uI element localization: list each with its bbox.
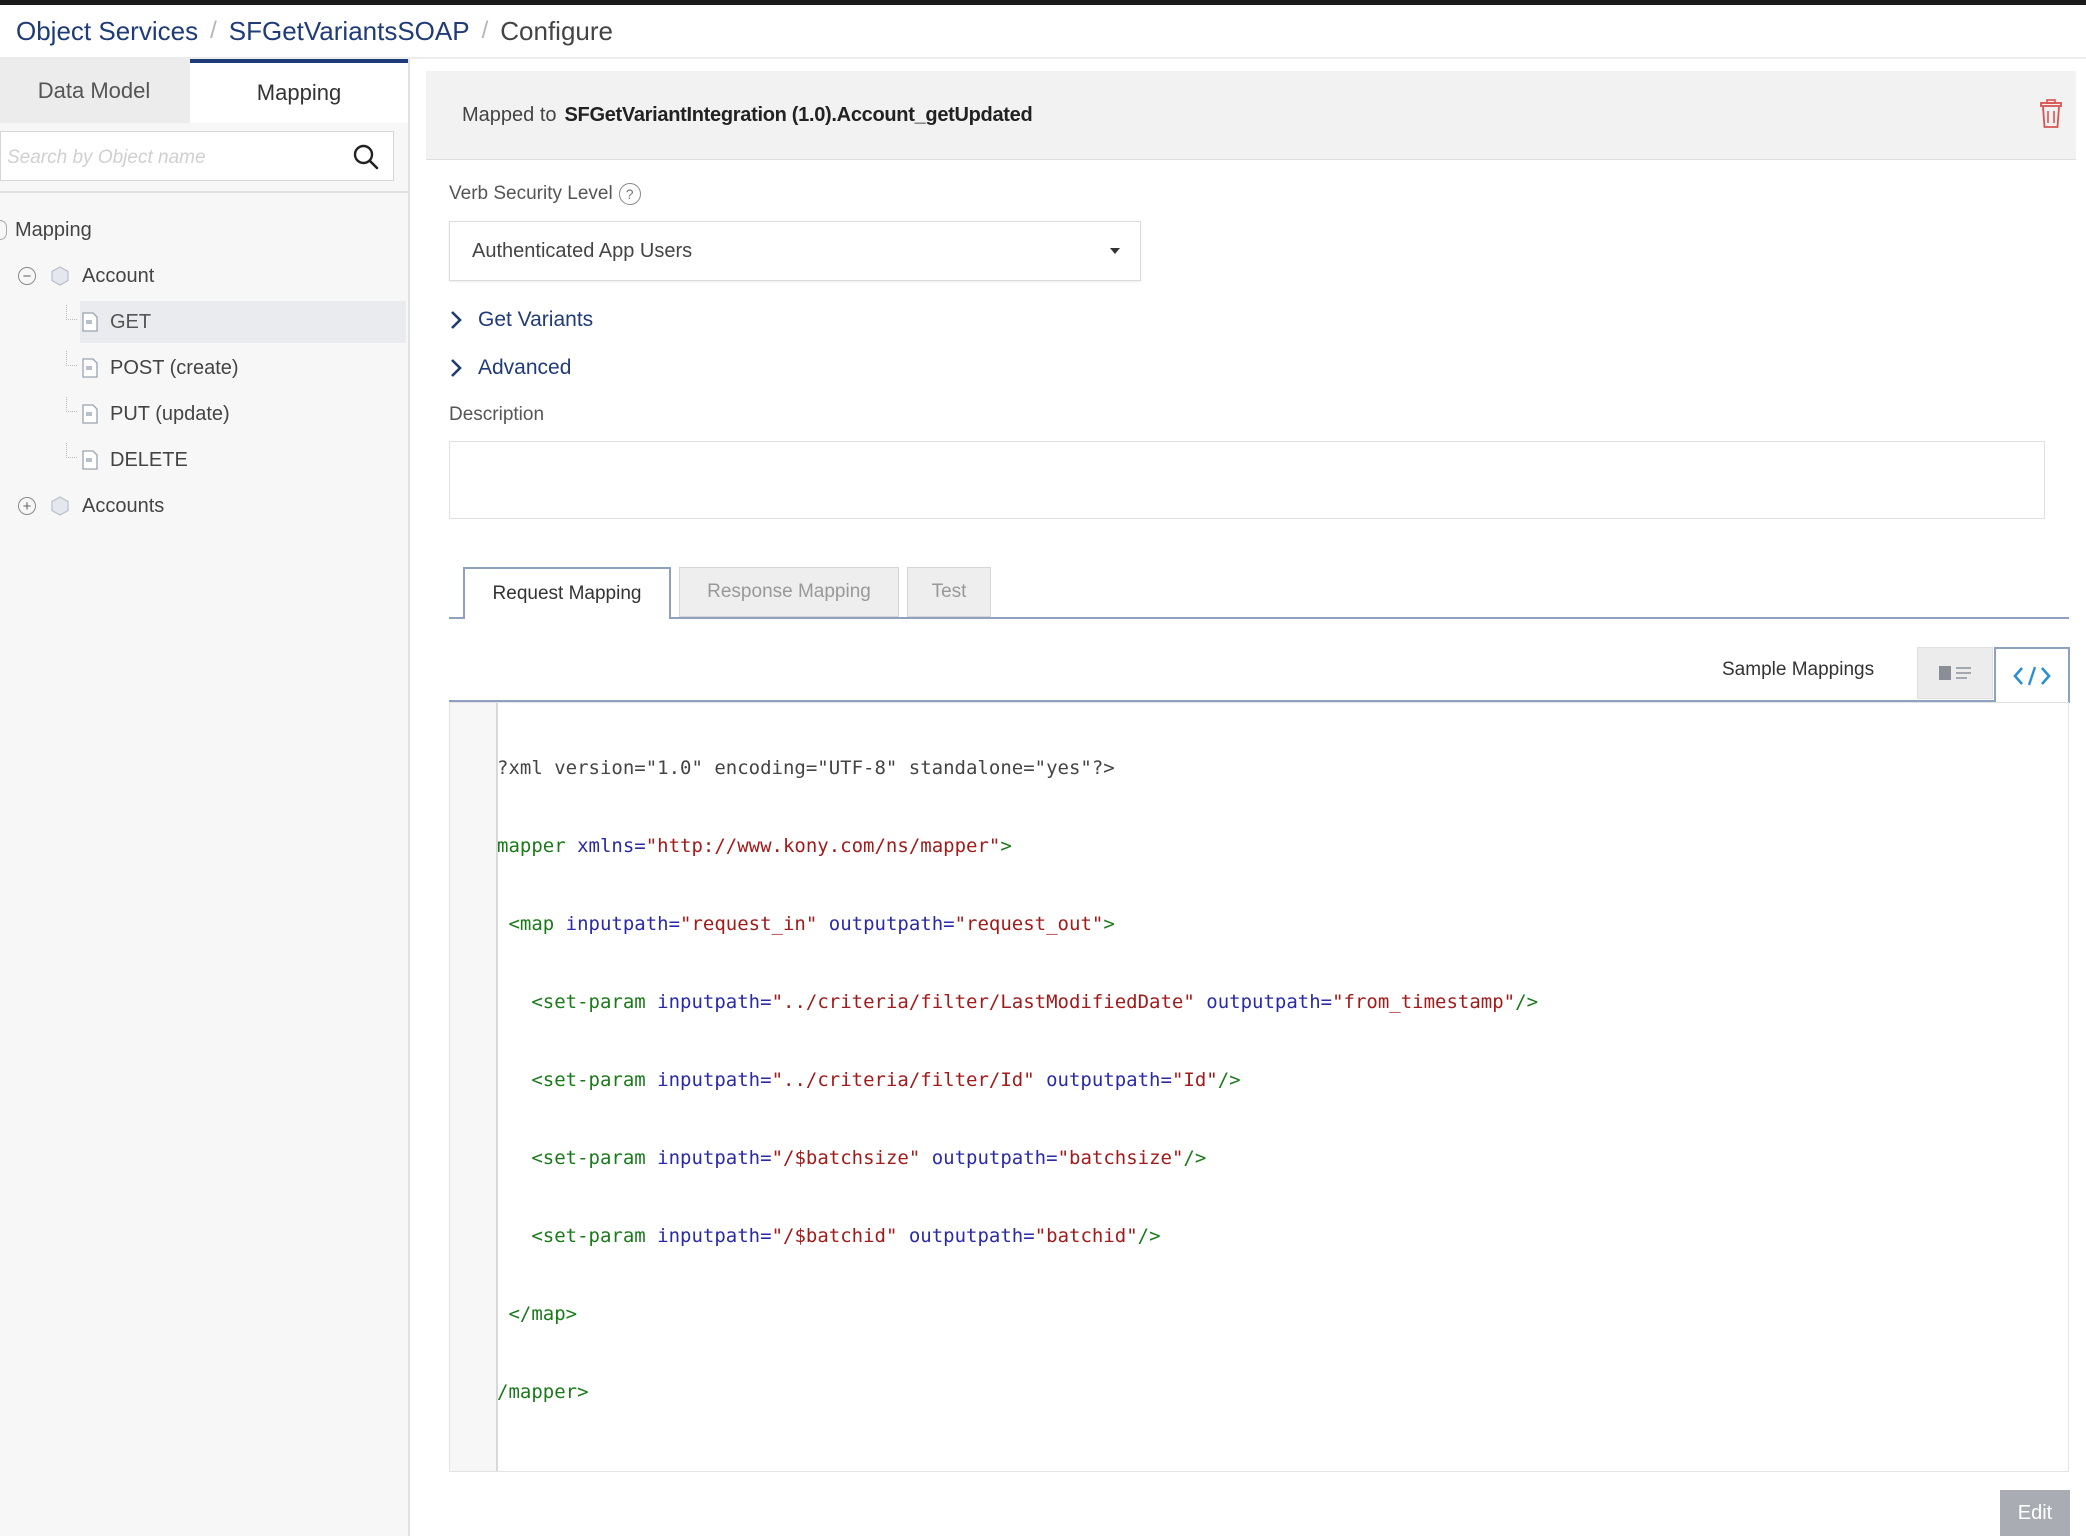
- tree-connector: [66, 305, 77, 320]
- description-field[interactable]: [449, 441, 2045, 519]
- verb-security-label: Verb Security Level?: [449, 183, 641, 205]
- code-line: ?xml version="1.0" encoding="UTF-8" stan…: [497, 757, 1115, 779]
- code-line: <map inputpath="request_in" outputpath="…: [497, 913, 1115, 935]
- code-editor[interactable]: ?xml version="1.0" encoding="UTF-8" stan…: [449, 702, 2069, 1472]
- mapped-to-target: SFGetVariantIntegration (1.0).Account_ge…: [564, 103, 1033, 126]
- help-icon[interactable]: ?: [618, 183, 641, 205]
- expand-icon[interactable]: +: [18, 497, 36, 515]
- tabs-divider: [449, 617, 2069, 619]
- tab-test[interactable]: Test: [907, 567, 991, 617]
- section-label: Advanced: [478, 356, 572, 379]
- tree-item-post[interactable]: POST (create): [82, 347, 239, 389]
- breadcrumb-object-services[interactable]: Object Services: [16, 16, 198, 47]
- tree-item-delete[interactable]: DELETE: [82, 439, 188, 481]
- object-icon: [51, 496, 69, 516]
- collapse-icon[interactable]: −: [18, 267, 36, 285]
- code-line: <set-param inputpath="../criteria/filter…: [497, 1069, 1241, 1091]
- editor-gutter: [450, 703, 498, 1471]
- verb-icon: [82, 358, 98, 378]
- tree-connector: [66, 443, 77, 458]
- tree-item-put[interactable]: PUT (update): [82, 393, 230, 435]
- search-box: [0, 131, 394, 181]
- sample-mappings-link[interactable]: Sample Mappings: [1722, 650, 1874, 690]
- mapped-to-text: Mapped to SFGetVariantIntegration (1.0).…: [462, 71, 1033, 159]
- verb-icon: [82, 312, 98, 332]
- tree-root-marker: [0, 220, 7, 240]
- tree-connector: [66, 351, 77, 366]
- list-view-button[interactable]: [1917, 647, 1993, 699]
- tree-item-label: Account: [82, 264, 155, 287]
- sidebar-divider: [0, 191, 408, 193]
- code-content: ?xml version="1.0" encoding="UTF-8" stan…: [497, 707, 2068, 1453]
- tree-item-accounts[interactable]: + Accounts: [18, 485, 164, 527]
- tree-connector: [66, 397, 77, 412]
- tab-data-model[interactable]: Data Model: [0, 59, 188, 123]
- mapped-to-prefix: Mapped to: [462, 103, 557, 126]
- tree-item-get[interactable]: GET: [80, 301, 406, 343]
- list-view-icon: [1939, 666, 1971, 680]
- tab-response-mapping[interactable]: Response Mapping: [679, 567, 899, 617]
- tree-item-label: Accounts: [82, 494, 165, 517]
- object-icon: [51, 266, 69, 286]
- tree-item-mapping[interactable]: Mapping: [0, 209, 92, 251]
- breadcrumb-configure: Configure: [500, 15, 613, 46]
- code-line: mapper xmlns="http://www.kony.com/ns/map…: [497, 835, 1012, 857]
- code-line: <set-param inputpath="/$batchid" outputp…: [497, 1225, 1161, 1247]
- verb-security-label-text: Verb Security Level: [449, 183, 613, 205]
- tree-item-account[interactable]: − Account: [18, 255, 154, 297]
- tree-item-label: DELETE: [110, 448, 188, 471]
- verb-security-value: Authenticated App Users: [472, 239, 693, 262]
- code-line: <set-param inputpath="/$batchsize" outpu…: [497, 1147, 1207, 1169]
- caret-down-icon: [1110, 248, 1120, 254]
- section-label: Get Variants: [478, 308, 594, 331]
- breadcrumb-separator: /: [210, 17, 217, 44]
- breadcrumb: Object Services / SFGetVariantsSOAP / Co…: [16, 6, 613, 56]
- search-input[interactable]: [5, 140, 339, 176]
- description-label: Description: [449, 404, 545, 425]
- code-line: <set-param inputpath="../criteria/filter…: [497, 991, 1539, 1013]
- tab-request-mapping[interactable]: Request Mapping: [463, 567, 671, 619]
- section-advanced[interactable]: Advanced: [448, 348, 571, 388]
- tree-item-label: PUT (update): [110, 402, 230, 425]
- mapped-header: Mapped to SFGetVariantIntegration (1.0).…: [426, 71, 2076, 160]
- verb-icon: [82, 404, 98, 424]
- chevron-right-icon: [451, 359, 462, 377]
- sidebar-tabs: Data Model Mapping: [0, 59, 408, 123]
- breadcrumb-service-name[interactable]: SFGetVariantsSOAP: [229, 16, 470, 47]
- top-bar: [0, 0, 2086, 5]
- code-view-icon: [2013, 666, 2051, 686]
- code-line: </map>: [497, 1303, 578, 1325]
- tree-item-label: Mapping: [15, 218, 92, 241]
- breadcrumb-separator: /: [481, 17, 489, 44]
- tree-item-label: GET: [110, 310, 152, 333]
- trash-icon[interactable]: [2038, 99, 2064, 129]
- code-line: /mapper>: [497, 1381, 589, 1403]
- sidebar: Data Model Mapping Mapping − Account GET: [0, 59, 410, 1536]
- tree-item-label: POST (create): [110, 356, 239, 379]
- tab-mapping[interactable]: Mapping: [190, 59, 408, 123]
- code-view-button[interactable]: [1994, 647, 2070, 703]
- verb-security-select[interactable]: Authenticated App Users: [449, 221, 1141, 281]
- chevron-right-icon: [451, 311, 462, 329]
- verb-icon: [82, 450, 98, 470]
- section-get-variants[interactable]: Get Variants: [448, 300, 593, 340]
- edit-button[interactable]: Edit: [2000, 1490, 2070, 1536]
- search-icon[interactable]: [351, 142, 381, 172]
